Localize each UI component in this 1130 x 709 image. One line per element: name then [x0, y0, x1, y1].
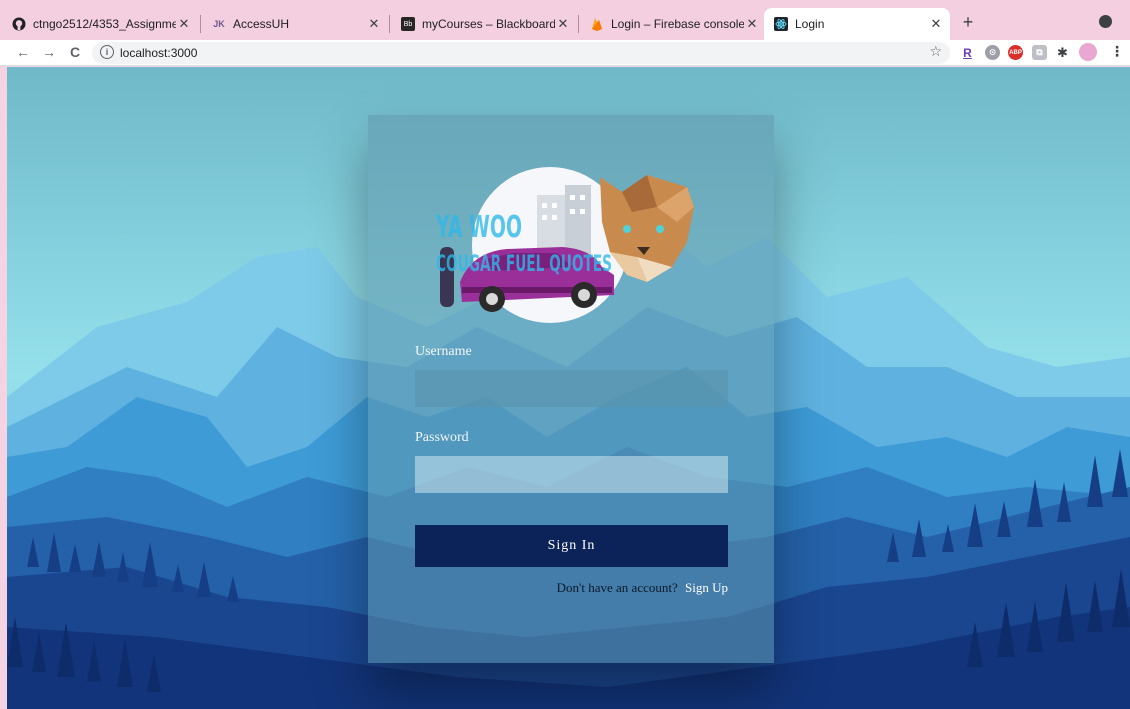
browser-menu-icon[interactable]: ⋮ — [1110, 43, 1124, 60]
sign-in-button[interactable]: Sign In — [415, 525, 728, 567]
address-bar[interactable]: i localhost:3000 ☆ — [92, 42, 950, 64]
back-button[interactable]: ← — [13, 42, 33, 62]
extension-grammarly-icon[interactable]: ⊙ — [985, 45, 1000, 60]
extension-reader-icon[interactable]: ⧉ — [1032, 45, 1047, 60]
tab-search-icon[interactable] — [1099, 15, 1112, 28]
username-label: Username — [415, 344, 472, 359]
logo-title: YA WOO — [435, 210, 522, 245]
login-card: YA WOO COUGAR FUEL QUOTES Username Passw… — [368, 115, 774, 663]
tab-title: myCourses – Blackboard Learn — [422, 17, 555, 31]
extensions-puzzle-icon[interactable]: ✱ — [1055, 45, 1070, 60]
adblock-plus-icon[interactable]: ABP — [1008, 45, 1023, 60]
close-icon[interactable]: ✕ — [744, 16, 760, 32]
new-tab-button[interactable]: + — [958, 12, 978, 32]
signup-row: Don't have an account? Sign Up — [557, 580, 728, 596]
blackboard-icon: Bb — [401, 17, 415, 31]
sign-up-link[interactable]: Sign Up — [685, 580, 728, 595]
tab-login[interactable]: Login ✕ — [764, 8, 950, 40]
close-icon[interactable]: ✕ — [555, 16, 571, 32]
tab-github[interactable]: ctngo2512/4353_Assignment2 ✕ — [2, 8, 198, 40]
tab-accessuh[interactable]: JK AccessUH ✕ — [202, 8, 388, 40]
tab-firebase[interactable]: Login – Firebase console ✕ — [580, 8, 766, 40]
username-input[interactable] — [415, 370, 728, 407]
forward-button[interactable]: → — [39, 42, 59, 62]
close-icon[interactable]: ✕ — [366, 16, 382, 32]
close-icon[interactable]: ✕ — [176, 16, 192, 32]
logo-subtitle: COUGAR FUEL QUOTES — [436, 252, 612, 277]
react-icon — [774, 17, 788, 31]
tab-strip: ctngo2512/4353_Assignment2 ✕ JK AccessUH… — [0, 0, 1130, 40]
browser-toolbar: ← → C i localhost:3000 ☆ R ⊙ ABP ⧉ ✱ ⋮ — [0, 40, 1130, 66]
github-icon — [12, 17, 26, 31]
tab-title: AccessUH — [233, 17, 290, 31]
url-text: localhost:3000 — [120, 46, 198, 60]
bookmark-star-icon[interactable]: ☆ — [929, 43, 942, 60]
tab-title: Login – Firebase console — [611, 17, 744, 31]
accessuh-icon: JK — [213, 19, 225, 29]
signup-prompt: Don't have an account? — [556, 580, 678, 595]
tab-separator — [200, 15, 201, 33]
password-label: Password — [415, 430, 469, 445]
password-input[interactable] — [415, 456, 728, 493]
tab-title: ctngo2512/4353_Assignment2 — [33, 17, 176, 31]
tab-title: Login — [795, 17, 825, 31]
profile-avatar[interactable] — [1079, 43, 1097, 61]
info-icon[interactable]: i — [100, 45, 114, 59]
extension-r-icon[interactable]: R — [960, 45, 975, 60]
reload-button[interactable]: C — [65, 42, 85, 62]
tab-blackboard[interactable]: Bb myCourses – Blackboard Learn ✕ — [391, 8, 577, 40]
cougar-fuel-logo: YA WOO COUGAR FUEL QUOTES — [435, 167, 694, 323]
tab-separator — [389, 15, 390, 33]
firebase-icon — [590, 17, 604, 31]
tab-separator — [578, 15, 579, 33]
page-viewport: YA WOO COUGAR FUEL QUOTES Username Passw… — [7, 67, 1130, 709]
close-icon[interactable]: ✕ — [928, 16, 944, 32]
